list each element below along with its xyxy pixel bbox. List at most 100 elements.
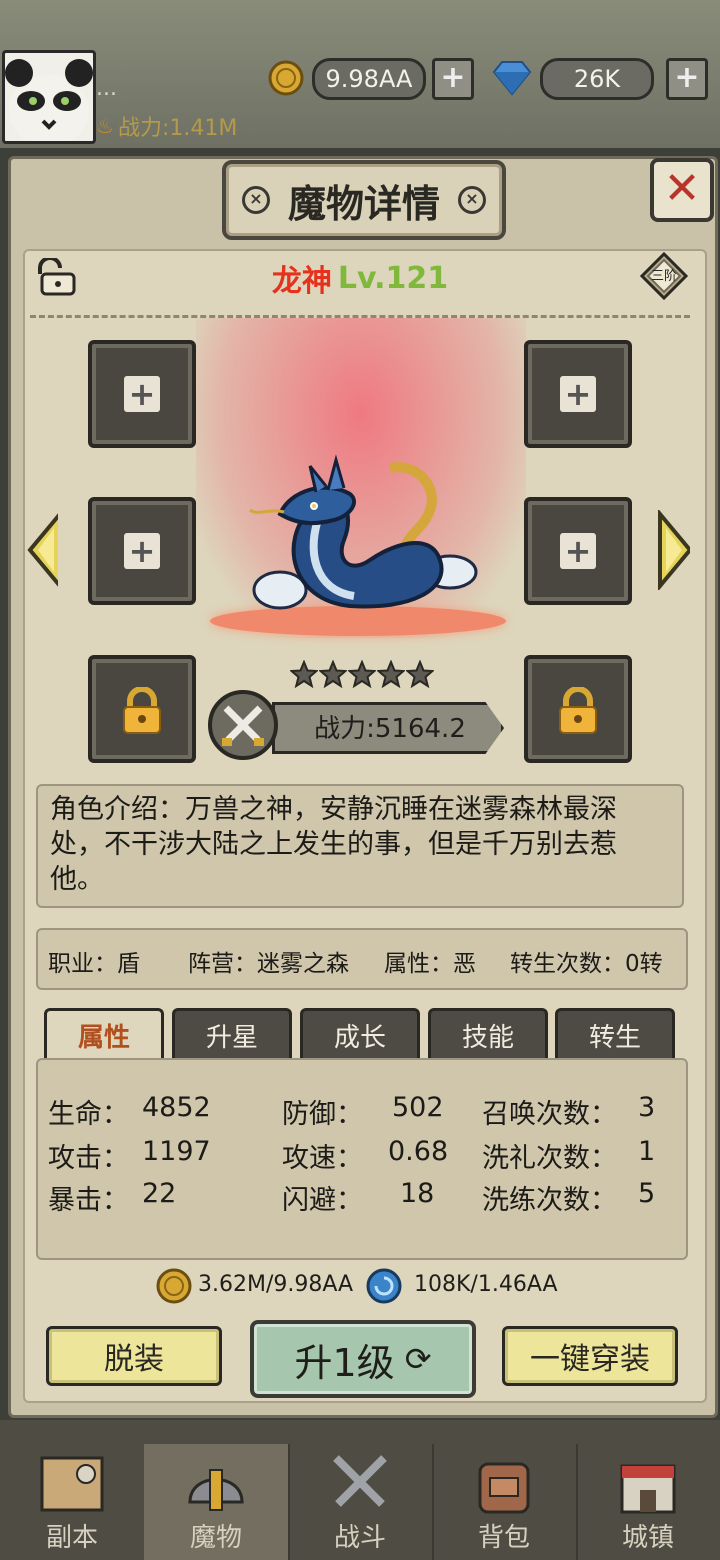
stat-summon-label: 召唤次数： — [482, 1099, 617, 1130]
nav-town[interactable]: 城镇 — [576, 1444, 720, 1560]
dragon-god-sprite — [249, 454, 478, 610]
stat-atk-label: 攻击： — [48, 1143, 129, 1174]
info-camp: 阵营：迷雾之森 — [188, 951, 349, 977]
unlock-icon[interactable] — [32, 258, 78, 296]
panda-avatar-icon — [5, 59, 93, 141]
close-button[interactable]: ✕ — [650, 158, 714, 222]
player-power: ♨ 战力:1.41M — [96, 114, 238, 141]
star-icon — [319, 660, 347, 688]
star-icon — [290, 660, 318, 688]
power-flame-icon: ♨ — [96, 114, 114, 138]
monster-level: Lv.121 — [337, 260, 449, 296]
player-name: ... — [96, 76, 117, 101]
gold-coin-icon — [268, 60, 304, 96]
gem-icon — [492, 61, 532, 96]
nav-label: 副本 — [45, 1523, 98, 1553]
monster-description: 角色介绍：万兽之神，安静沉睡在迷雾森林最深处，不干涉大陆之上发生的事，但是千万别… — [36, 784, 684, 908]
stat-def-value: 502 — [392, 1092, 444, 1123]
essence-orb-icon — [366, 1268, 402, 1304]
stat-def-label: 防御： — [282, 1099, 363, 1130]
backpack-icon — [478, 1462, 530, 1514]
star-icon — [406, 660, 434, 688]
map-scroll-icon — [40, 1456, 104, 1512]
info-attribute: 属性：恶 — [384, 951, 476, 977]
equip-slot-locked-2[interactable] — [524, 655, 632, 763]
star-rating — [290, 660, 434, 690]
add-equip-icon: + — [124, 533, 160, 569]
stat-baptize-value: 1 — [638, 1136, 656, 1167]
tab-growth[interactable]: 成长 — [300, 1008, 420, 1060]
nav-label: 城镇 — [621, 1523, 674, 1553]
tab-attributes[interactable]: 属性 — [44, 1008, 164, 1060]
info-rebirth: 转生次数：0转 — [510, 951, 663, 977]
stat-hp-label: 生命： — [48, 1099, 129, 1130]
add-equip-icon: + — [560, 376, 596, 412]
crossed-swords-icon — [333, 1455, 387, 1507]
equip-slot-4[interactable]: + — [524, 497, 632, 605]
stat-refine-value: 5 — [638, 1178, 656, 1209]
equip-slot-2[interactable]: + — [524, 340, 632, 448]
stat-speed-value: 0.68 — [388, 1136, 449, 1167]
monster-name: 龙神 — [271, 264, 332, 299]
nav-monsters[interactable]: 魔物 — [144, 1444, 290, 1560]
stat-dodge-value: 18 — [400, 1178, 435, 1209]
gold-coin-icon — [156, 1268, 192, 1304]
rank-badge: 三阶 — [639, 251, 689, 301]
padlock-icon — [559, 687, 597, 734]
stat-hp-value: 4852 — [142, 1092, 211, 1123]
add-equip-icon: + — [560, 533, 596, 569]
equip-slot-locked-1[interactable] — [88, 655, 196, 763]
gold-cost: 3.62M/9.98AA — [198, 1272, 354, 1297]
equip-slot-3[interactable]: + — [88, 497, 196, 605]
star-icon — [377, 660, 405, 688]
info-job: 职业：盾 — [48, 951, 140, 977]
padlock-icon — [123, 687, 161, 734]
level-up-button[interactable]: 升1级 ⟳ — [250, 1320, 476, 1398]
stats-panel: 生命： 4852 攻击： 1197 暴击： 22 防御： 502 攻速： 0.6… — [36, 1058, 688, 1260]
nav-label: 魔物 — [189, 1523, 242, 1553]
equip-all-button[interactable]: 一键穿装 — [502, 1326, 678, 1386]
essence-cost: 108K/1.46AA — [414, 1272, 558, 1297]
stat-dodge-label: 闪避： — [282, 1185, 363, 1216]
helmet-icon — [188, 1469, 244, 1511]
add-gold-button[interactable]: + — [432, 58, 474, 100]
stat-summon-value: 3 — [638, 1092, 656, 1123]
stat-speed-label: 攻速： — [282, 1143, 363, 1174]
tab-star-up[interactable]: 升星 — [172, 1008, 292, 1060]
tab-rebirth[interactable]: 转生 — [555, 1008, 675, 1060]
stat-crit-label: 暴击： — [48, 1185, 129, 1216]
stat-crit-value: 22 — [142, 1178, 177, 1209]
monster-header: 龙神 Lv.121 — [220, 256, 500, 300]
next-monster-arrow-icon[interactable] — [658, 510, 690, 590]
prev-monster-arrow-icon[interactable] — [26, 510, 58, 590]
panel-title: 魔物详情 — [287, 181, 440, 226]
power-emblem — [208, 690, 278, 760]
plate-bolt-icon: × — [242, 186, 270, 214]
nav-battle[interactable]: 战斗 — [288, 1444, 434, 1560]
crossed-swords-icon — [222, 705, 264, 746]
nav-backpack[interactable]: 背包 — [432, 1444, 578, 1560]
gem-amount: 26K — [540, 58, 654, 100]
nav-label: 背包 — [477, 1523, 530, 1553]
castle-icon — [620, 1464, 676, 1514]
stat-atk-value: 1197 — [142, 1136, 211, 1167]
bottom-navigation: 副本 魔物 战斗 背包 城镇 — [0, 1420, 720, 1560]
panel-title-plate: × 魔物详情 × — [222, 160, 506, 240]
stat-refine-label: 洗练次数： — [482, 1185, 617, 1216]
equip-slot-1[interactable]: + — [88, 340, 196, 448]
player-avatar[interactable] — [2, 50, 96, 144]
auto-refresh-icon: ⟳ — [404, 1340, 432, 1378]
monster-power: 战力:5164.2 — [314, 713, 466, 744]
tab-skills[interactable]: 技能 — [428, 1008, 548, 1060]
stat-baptize-label: 洗礼次数： — [482, 1143, 617, 1174]
gold-amount: 9.98AA — [312, 58, 426, 100]
nav-label: 战斗 — [333, 1523, 386, 1553]
unequip-button[interactable]: 脱装 — [46, 1326, 222, 1386]
add-gem-button[interactable]: + — [666, 58, 708, 100]
monster-info-row: 职业：盾 阵营：迷雾之森 属性：恶 转生次数：0转 — [36, 928, 688, 990]
plate-bolt-icon: × — [458, 186, 486, 214]
star-icon — [348, 660, 376, 688]
nav-dungeon[interactable]: 副本 — [0, 1444, 146, 1560]
add-equip-icon: + — [124, 376, 160, 412]
level-up-label: 升1级 — [294, 1340, 395, 1385]
